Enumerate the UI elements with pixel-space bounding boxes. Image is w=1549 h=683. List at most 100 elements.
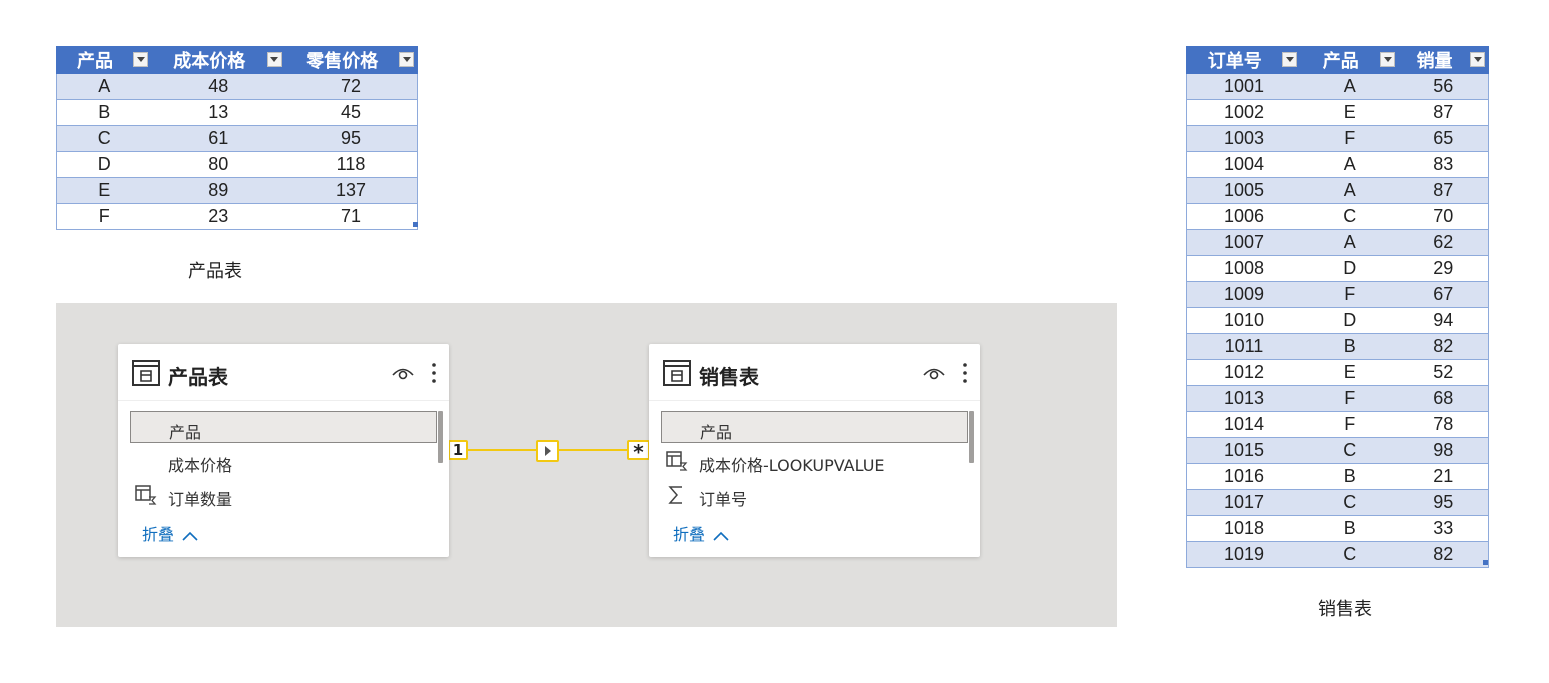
filter-dropdown-icon[interactable] (266, 52, 282, 67)
table-cell[interactable]: 1017 (1185, 489, 1301, 516)
card-header[interactable]: 产品表 (118, 344, 449, 401)
table-cell[interactable]: 98 (1398, 437, 1489, 464)
product-table-card[interactable]: 产品表 产品 成本价格 订单数量 折叠 (118, 344, 449, 557)
card-header[interactable]: 销售表 (649, 344, 980, 401)
table-cell[interactable]: 95 (285, 125, 419, 152)
table-cell[interactable]: 118 (285, 151, 419, 178)
collapse-link[interactable]: 折叠 (142, 521, 199, 545)
table-cell[interactable]: 1009 (1185, 281, 1301, 308)
column-header-retail-price[interactable]: 零售价格 (284, 46, 419, 74)
table-cell[interactable]: 82 (1398, 541, 1489, 568)
table-cell[interactable]: B (1300, 333, 1399, 360)
table-cell[interactable]: B (1300, 463, 1399, 490)
column-header-cost-price[interactable]: 成本价格 (151, 46, 286, 74)
table-cell[interactable]: D (55, 151, 152, 178)
table-cell[interactable]: 62 (1398, 229, 1489, 256)
table-cell[interactable]: 1019 (1185, 541, 1301, 568)
field-row-order-count[interactable]: 订单数量 (130, 479, 437, 511)
field-row-order-id[interactable]: 订单号 (661, 479, 968, 511)
table-cell[interactable]: F (1300, 411, 1399, 438)
table-cell[interactable]: 1007 (1185, 229, 1301, 256)
table-cell[interactable]: A (1300, 229, 1399, 256)
table-cell[interactable]: 1001 (1185, 73, 1301, 100)
table-cell[interactable]: A (55, 73, 152, 100)
table-cell[interactable]: 68 (1398, 385, 1489, 412)
table-cell[interactable]: 1003 (1185, 125, 1301, 152)
table-cell[interactable]: 1014 (1185, 411, 1301, 438)
field-row-cost-price[interactable]: 成本价格 (130, 445, 437, 477)
table-cell[interactable]: 1015 (1185, 437, 1301, 464)
table-cell[interactable]: 21 (1398, 463, 1489, 490)
model-view-canvas[interactable]: 1 * 产品表 产品 成本价格 订单数量 折叠 销售表 产品 成本价格-LOOK… (56, 303, 1117, 627)
table-cell[interactable]: E (1300, 99, 1399, 126)
table-cell[interactable]: C (1300, 489, 1399, 516)
field-row-cost-price-lookupvalue[interactable]: 成本价格-LOOKUPVALUE (661, 445, 968, 477)
table-cell[interactable]: 137 (285, 177, 419, 204)
table-cell[interactable]: F (1300, 125, 1399, 152)
table-cell[interactable]: C (1300, 437, 1399, 464)
table-cell[interactable]: 95 (1398, 489, 1489, 516)
table-cell[interactable]: B (55, 99, 152, 126)
table-cell[interactable]: A (1300, 73, 1399, 100)
field-row-product[interactable]: 产品 (661, 411, 968, 443)
table-cell[interactable]: 1010 (1185, 307, 1301, 334)
table-cell[interactable]: 1016 (1185, 463, 1301, 490)
table-cell[interactable]: 87 (1398, 99, 1489, 126)
table-cell[interactable]: 29 (1398, 255, 1489, 282)
table-cell[interactable]: 80 (151, 151, 286, 178)
table-cell[interactable]: 65 (1398, 125, 1489, 152)
table-cell[interactable]: 1018 (1185, 515, 1301, 542)
column-header-sales-qty[interactable]: 销量 (1398, 46, 1489, 74)
column-header-product[interactable]: 产品 (55, 46, 153, 74)
table-cell[interactable]: 1006 (1185, 203, 1301, 230)
filter-dropdown-icon[interactable] (1470, 52, 1485, 67)
more-options-icon[interactable] (431, 362, 437, 384)
table-cell[interactable]: 1004 (1185, 151, 1301, 178)
table-cell[interactable]: F (55, 203, 152, 230)
table-cell[interactable]: 70 (1398, 203, 1489, 230)
filter-dropdown-icon[interactable] (1380, 52, 1396, 67)
filter-dropdown-icon[interactable] (1282, 52, 1298, 67)
table-cell[interactable]: 1002 (1185, 99, 1301, 126)
eye-visibility-icon[interactable] (922, 363, 946, 383)
more-options-icon[interactable] (962, 362, 968, 384)
table-cell[interactable]: D (1300, 307, 1399, 334)
table-resize-handle[interactable] (1483, 560, 1488, 565)
field-list-scrollbar[interactable] (438, 411, 443, 463)
table-cell[interactable]: 1013 (1185, 385, 1301, 412)
table-cell[interactable]: 13 (151, 99, 286, 126)
column-header-order-id[interactable]: 订单号 (1185, 46, 1302, 74)
table-cell[interactable]: D (1300, 255, 1399, 282)
table-cell[interactable]: 1008 (1185, 255, 1301, 282)
filter-direction-arrow-icon[interactable] (536, 440, 559, 462)
table-cell[interactable]: 94 (1398, 307, 1489, 334)
table-cell[interactable]: 67 (1398, 281, 1489, 308)
table-cell[interactable]: 1012 (1185, 359, 1301, 386)
table-cell[interactable]: 61 (151, 125, 286, 152)
table-resize-handle[interactable] (413, 222, 418, 227)
table-cell[interactable]: F (1300, 385, 1399, 412)
field-row-product[interactable]: 产品 (130, 411, 437, 443)
table-cell[interactable]: 78 (1398, 411, 1489, 438)
table-cell[interactable]: E (55, 177, 152, 204)
table-cell[interactable]: E (1300, 359, 1399, 386)
table-cell[interactable]: 52 (1398, 359, 1489, 386)
table-cell[interactable]: C (55, 125, 152, 152)
filter-dropdown-icon[interactable] (133, 52, 149, 67)
table-cell[interactable]: 48 (151, 73, 286, 100)
collapse-link[interactable]: 折叠 (673, 521, 730, 545)
table-cell[interactable]: 56 (1398, 73, 1489, 100)
filter-dropdown-icon[interactable] (399, 52, 414, 67)
table-cell[interactable]: F (1300, 281, 1399, 308)
table-cell[interactable]: 72 (285, 73, 419, 100)
table-cell[interactable]: 33 (1398, 515, 1489, 542)
table-cell[interactable]: 82 (1398, 333, 1489, 360)
table-cell[interactable]: 23 (151, 203, 286, 230)
table-cell[interactable]: 1005 (1185, 177, 1301, 204)
field-list-scrollbar[interactable] (969, 411, 974, 463)
table-cell[interactable]: 1011 (1185, 333, 1301, 360)
table-cell[interactable]: 89 (151, 177, 286, 204)
table-cell[interactable]: C (1300, 203, 1399, 230)
table-cell[interactable]: 87 (1398, 177, 1489, 204)
column-header-product[interactable]: 产品 (1300, 46, 1400, 74)
